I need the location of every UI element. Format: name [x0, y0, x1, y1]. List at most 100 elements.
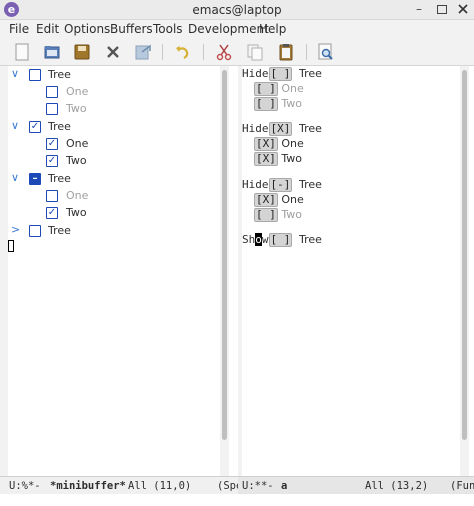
child-checkbox[interactable]: [X]	[254, 137, 278, 151]
menu-help[interactable]: Help	[259, 22, 286, 36]
tree-row: Hide [-] Tree	[242, 178, 322, 192]
save-button[interactable]	[72, 42, 92, 62]
child-label: One	[281, 137, 304, 150]
child-row: [ ] One	[254, 82, 304, 96]
cut-icon	[216, 44, 232, 61]
tree-checkbox[interactable]: [ ]	[268, 67, 293, 81]
left-mode-line: U:%*- *minibuffer* All (11,0) (Spe	[0, 476, 238, 494]
toolbar-separator	[162, 44, 163, 60]
position-indicator: All (11,0)	[128, 480, 192, 492]
new-file-icon	[15, 43, 29, 61]
hide-button[interactable]: Hide	[242, 67, 269, 80]
child-checkbox[interactable]: ✓	[46, 207, 58, 219]
chevron-down-icon[interactable]: ∨	[11, 172, 23, 184]
major-mode[interactable]: (Spe	[217, 480, 238, 492]
menu-edit[interactable]: Edit	[36, 22, 59, 36]
child-label: Two	[281, 97, 302, 110]
buffer-name[interactable]: *minibuffer*	[50, 480, 126, 492]
tree-checkbox-mixed[interactable]: –	[29, 173, 41, 185]
tree-label: Tree	[48, 172, 71, 185]
copy-button[interactable]	[245, 42, 265, 62]
menu-bar: File Edit Options Buffers Tools Developm…	[0, 20, 474, 38]
search-button[interactable]	[316, 42, 336, 62]
tree-checkbox[interactable]: [ ]	[268, 233, 293, 247]
child-checkbox[interactable]: ✓	[46, 155, 58, 167]
child-label: Two	[281, 208, 302, 221]
tree-label: Tree	[299, 178, 322, 191]
show-button[interactable]: Show	[242, 233, 269, 246]
tree-checkbox[interactable]	[29, 69, 41, 81]
paste-icon	[279, 44, 293, 61]
close-window-button[interactable]	[456, 2, 470, 16]
open-folder-icon	[44, 46, 60, 59]
child-row: [X] Two	[254, 152, 302, 166]
cut-button[interactable]	[214, 42, 234, 62]
hide-button[interactable]: Hide	[242, 178, 269, 191]
chevron-down-icon[interactable]: ∨	[11, 120, 23, 132]
hide-button[interactable]: Hide	[242, 122, 269, 135]
save-icon	[74, 44, 90, 60]
buffer-status: U:%*-	[9, 480, 41, 492]
scroll-thumb[interactable]	[462, 70, 467, 440]
child-checkbox[interactable]: [ ]	[254, 208, 278, 222]
child-checkbox[interactable]	[46, 103, 58, 115]
scroll-thumb[interactable]	[222, 70, 227, 440]
tree-label: Tree	[48, 68, 71, 81]
position-indicator: All (13,2)	[365, 480, 429, 492]
child-checkbox[interactable]	[46, 86, 58, 98]
close-buffer-button[interactable]	[103, 42, 123, 62]
tree-label: Tree	[48, 120, 71, 133]
menu-buffers[interactable]: Buffers	[110, 22, 153, 36]
menu-file[interactable]: File	[9, 22, 29, 36]
show-text: Sh	[242, 233, 256, 246]
child-checkbox[interactable]: [X]	[254, 193, 278, 207]
left-fringe	[0, 66, 8, 476]
toolbar-separator	[203, 44, 204, 60]
child-checkbox[interactable]	[46, 190, 58, 202]
tree-label: Tree	[299, 122, 322, 135]
show-text: w	[261, 233, 269, 246]
maximize-button[interactable]	[435, 3, 449, 17]
paste-button[interactable]	[276, 42, 296, 62]
undo-button[interactable]	[172, 42, 192, 62]
tool-bar	[0, 38, 474, 66]
buffer-name[interactable]: a	[281, 480, 287, 492]
tree-checkbox[interactable]: [X]	[268, 122, 293, 136]
child-checkbox[interactable]: [X]	[254, 152, 278, 166]
child-checkbox[interactable]: [ ]	[254, 97, 278, 111]
save-as-button[interactable]	[133, 42, 153, 62]
left-window[interactable]: ∨ Tree One Two ∨ ✓ Tree ✓ One ✓ Two ∨ – …	[0, 66, 229, 476]
tree-checkbox[interactable]	[29, 225, 41, 237]
child-checkbox[interactable]: [ ]	[254, 82, 278, 96]
right-scrollbar[interactable]	[460, 66, 469, 476]
search-icon	[318, 43, 333, 60]
right-window[interactable]: Hide[ ] Tree [ ] One [ ] Two Hide [X] Tre…	[238, 66, 474, 476]
major-mode[interactable]: (Fun	[450, 480, 474, 492]
left-scrollbar[interactable]	[220, 66, 229, 476]
buffer-status: U:**-	[242, 480, 274, 492]
open-folder-button[interactable]	[42, 42, 62, 62]
menu-development[interactable]: Development	[188, 22, 269, 36]
chevron-right-icon[interactable]: >	[11, 224, 23, 236]
tree-label: Tree	[48, 224, 71, 237]
menu-options[interactable]: Options	[64, 22, 110, 36]
title-bar: e emacs@laptop –	[0, 0, 474, 20]
menu-tools[interactable]: Tools	[153, 22, 183, 36]
child-label: One	[281, 82, 304, 95]
minibuffer[interactable]	[0, 494, 474, 506]
child-row: [ ] Two	[254, 208, 302, 222]
child-row: [X] One	[254, 193, 304, 207]
child-label: Two	[66, 102, 87, 115]
child-label: Two	[66, 206, 87, 219]
chevron-down-icon[interactable]: ∨	[11, 68, 23, 80]
child-row: [X] One	[254, 137, 304, 151]
minimize-button[interactable]: –	[412, 3, 426, 17]
tree-label: Tree	[299, 233, 322, 246]
child-label: One	[66, 85, 89, 98]
new-file-button[interactable]	[12, 42, 32, 62]
child-label: Two	[66, 154, 87, 167]
child-checkbox[interactable]: ✓	[46, 138, 58, 150]
text-cursor: o	[255, 233, 262, 246]
tree-checkbox[interactable]: ✓	[29, 121, 41, 133]
tree-checkbox[interactable]: [-]	[268, 178, 293, 192]
